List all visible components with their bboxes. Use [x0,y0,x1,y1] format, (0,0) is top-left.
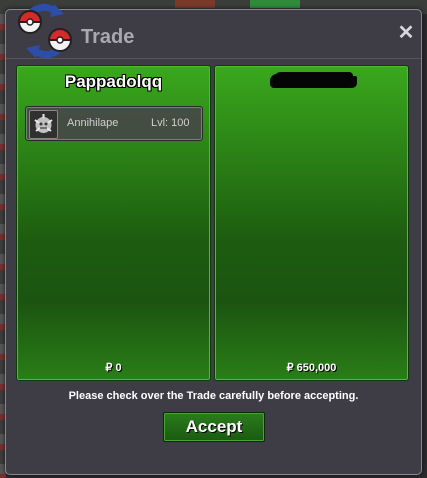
player-name: Pappadolqq [64,72,163,91]
partner-offered-money: ₽ 650,000 [286,362,337,374]
trade-window: Trade ✕ Pappadolqq Annihilape Lvl: 100 ₽… [5,3,422,475]
title-bar[interactable]: Trade ✕ [6,3,421,59]
window-title: Trade [81,26,135,48]
trade-warning-text: Please check over the Trade carefully be… [68,390,359,402]
offered-monster-slot[interactable]: Annihilape Lvl: 100 [25,106,203,141]
offered-money: ₽ 0 [105,362,122,374]
accept-button[interactable]: Accept [163,412,265,442]
monster-name: Annihilape [67,117,119,129]
annihilape-sprite-icon [29,110,58,139]
my-offer-panel: Pappadolqq Annihilape Lvl: 100 ₽ 0 [16,65,211,381]
close-icon[interactable]: ✕ [397,23,415,43]
pokeball-trade-logo-icon [17,3,73,59]
background-sprite [175,0,215,8]
redacted-player-name [273,72,353,88]
partner-offer-panel: ₽ 650,000 [214,65,409,381]
background-sprite [250,0,300,8]
monster-level: Lvl: 100 [151,117,190,129]
